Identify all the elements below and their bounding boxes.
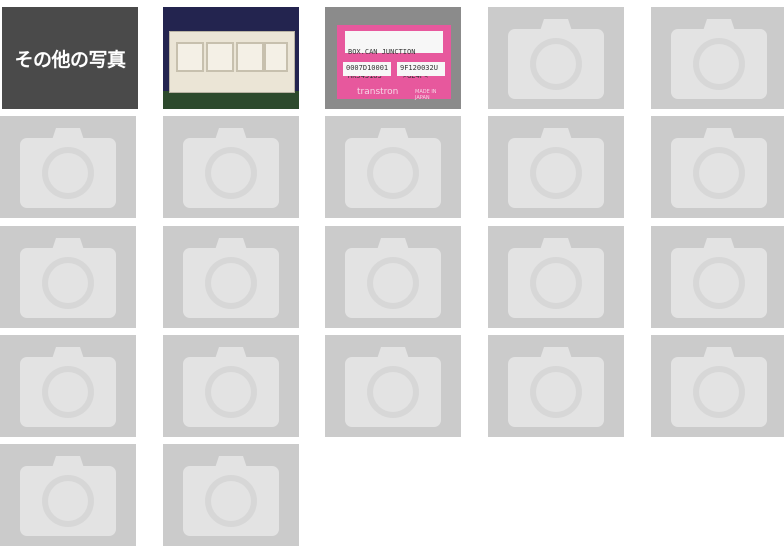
camera-icon [183, 456, 279, 536]
photo-background [163, 91, 299, 109]
camera-icon [345, 238, 441, 318]
camera-icon [671, 128, 767, 208]
photo-placeholder[interactable] [0, 116, 136, 218]
other-photos-label: その他の写真 [14, 48, 126, 71]
camera-icon [671, 238, 767, 318]
photo-placeholder[interactable] [163, 226, 299, 328]
photo-placeholder[interactable] [651, 116, 784, 218]
label-made-in: MADE IN JAPAN [415, 89, 437, 101]
photo-placeholder[interactable] [163, 116, 299, 218]
camera-icon [183, 238, 279, 318]
photo-placeholder[interactable] [488, 226, 624, 328]
photo-placeholder[interactable] [651, 226, 784, 328]
camera-icon [508, 238, 604, 318]
photo-placeholder[interactable] [651, 335, 784, 437]
photo-placeholder[interactable] [163, 444, 299, 546]
camera-icon [20, 347, 116, 427]
photo-placeholder[interactable] [0, 444, 136, 546]
camera-icon [508, 128, 604, 208]
photo-placeholder[interactable] [488, 335, 624, 437]
photo-thumbnail-label[interactable]: BOX.CAN JUNCTION MK543183 >GE4F< 0007D10… [325, 7, 461, 109]
photo-placeholder[interactable] [0, 335, 136, 437]
camera-icon [20, 456, 116, 536]
connector-body [169, 31, 295, 93]
photo-placeholder[interactable] [488, 7, 624, 109]
camera-icon [20, 128, 116, 208]
camera-icon [20, 238, 116, 318]
label-lot-no: 9F120032U [397, 62, 445, 76]
camera-icon [345, 347, 441, 427]
camera-icon [508, 347, 604, 427]
photo-thumbnail-connector[interactable] [163, 7, 299, 109]
camera-icon [671, 19, 767, 99]
label-part-no: 0007D10001 [343, 62, 391, 76]
camera-icon [345, 128, 441, 208]
photo-placeholder[interactable] [488, 116, 624, 218]
label-brand: transtron [357, 87, 399, 97]
photo-placeholder[interactable] [651, 7, 784, 109]
camera-icon [671, 347, 767, 427]
photo-placeholder[interactable] [325, 116, 461, 218]
photo-placeholder[interactable] [325, 226, 461, 328]
label-line-1: BOX.CAN JUNCTION [348, 48, 416, 56]
photo-placeholder[interactable] [0, 226, 136, 328]
photo-placeholder[interactable] [325, 335, 461, 437]
camera-icon [183, 347, 279, 427]
photo-placeholder[interactable] [163, 335, 299, 437]
camera-icon [183, 128, 279, 208]
camera-icon [508, 19, 604, 99]
part-label-sticker: BOX.CAN JUNCTION MK543183 >GE4F< 0007D10… [337, 25, 451, 101]
other-photos-tile[interactable]: その他の写真 [2, 7, 138, 109]
